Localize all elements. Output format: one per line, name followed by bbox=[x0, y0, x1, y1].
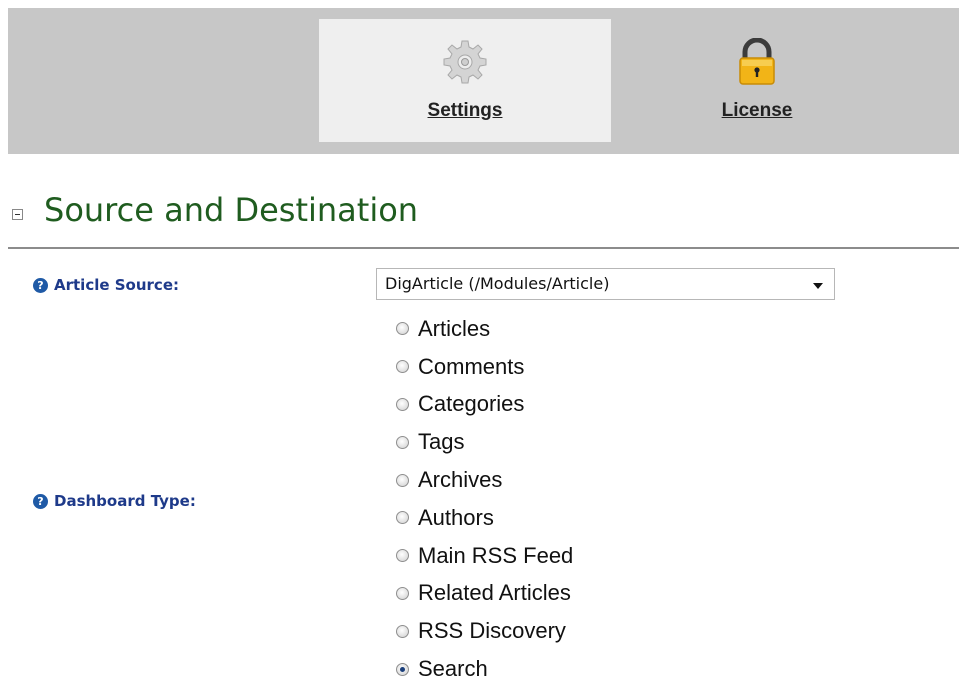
dashboard-type-radio-group: Articles Comments Categories Tags Archiv… bbox=[396, 310, 696, 688]
article-source-label: ? Article Source: bbox=[33, 276, 179, 294]
radio-option-related-articles[interactable]: Related Articles bbox=[396, 575, 696, 613]
article-source-value: DigArticle (/Modules/Article) bbox=[385, 274, 610, 293]
radio-label: Authors bbox=[418, 504, 494, 530]
article-source-select[interactable]: DigArticle (/Modules/Article) bbox=[376, 268, 835, 300]
radio-button[interactable] bbox=[396, 549, 409, 563]
chevron-down-icon bbox=[813, 283, 823, 289]
tab-license-label: License bbox=[721, 100, 793, 121]
collapse-icon[interactable] bbox=[12, 209, 23, 220]
tab-settings-label: Settings bbox=[427, 100, 503, 121]
radio-button[interactable] bbox=[396, 322, 409, 336]
radio-label: Tags bbox=[418, 429, 465, 455]
radio-label: Search bbox=[418, 656, 488, 682]
radio-label: Articles bbox=[418, 315, 491, 341]
dashboard-type-label-text: Dashboard Type: bbox=[54, 492, 196, 510]
radio-button[interactable] bbox=[396, 511, 409, 525]
radio-option-rss-discovery[interactable]: RSS Discovery bbox=[396, 612, 696, 650]
radio-button[interactable] bbox=[396, 624, 409, 638]
radio-button[interactable] bbox=[396, 360, 409, 374]
radio-label: Related Articles bbox=[418, 580, 571, 606]
section-header: Source and Destination bbox=[0, 186, 959, 250]
radio-label: Categories bbox=[418, 391, 525, 417]
tab-settings[interactable]: Settings bbox=[319, 19, 611, 142]
radio-label: RSS Discovery bbox=[418, 618, 566, 644]
radio-button-selected[interactable] bbox=[396, 662, 409, 676]
help-icon[interactable]: ? bbox=[33, 277, 48, 293]
radio-label: Comments bbox=[418, 353, 525, 379]
radio-option-main-rss-feed[interactable]: Main RSS Feed bbox=[396, 537, 696, 575]
radio-option-comments[interactable]: Comments bbox=[396, 348, 696, 386]
radio-option-articles[interactable]: Articles bbox=[396, 310, 696, 348]
tab-license[interactable]: License bbox=[611, 19, 903, 142]
radio-button[interactable] bbox=[396, 397, 409, 411]
lock-icon bbox=[737, 37, 777, 90]
radio-option-tags[interactable]: Tags bbox=[396, 423, 696, 461]
top-navigation-bar: Settings License bbox=[8, 8, 959, 154]
section-title: Source and Destination bbox=[44, 191, 419, 229]
radio-button[interactable] bbox=[396, 586, 409, 600]
radio-option-authors[interactable]: Authors bbox=[396, 499, 696, 537]
radio-label: Main RSS Feed bbox=[418, 542, 574, 568]
gear-icon bbox=[441, 38, 489, 90]
radio-button[interactable] bbox=[396, 473, 409, 487]
radio-label: Archives bbox=[418, 467, 503, 493]
radio-button[interactable] bbox=[396, 435, 409, 449]
article-source-label-text: Article Source: bbox=[54, 276, 179, 294]
help-icon[interactable]: ? bbox=[33, 493, 48, 509]
radio-option-search[interactable]: Search bbox=[396, 650, 696, 688]
radio-option-categories[interactable]: Categories bbox=[396, 386, 696, 424]
radio-option-archives[interactable]: Archives bbox=[396, 461, 696, 499]
dashboard-type-label: ? Dashboard Type: bbox=[33, 492, 196, 510]
section-divider bbox=[8, 247, 959, 249]
